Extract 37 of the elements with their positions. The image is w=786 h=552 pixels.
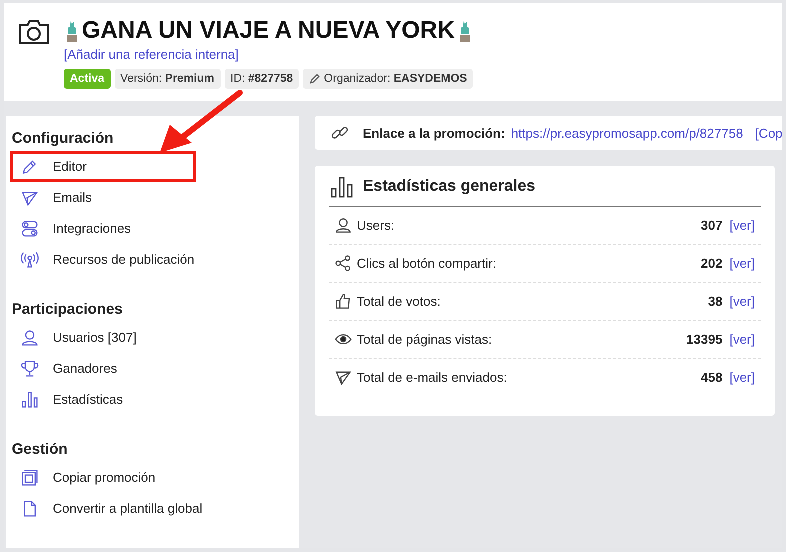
stats-heading: Estadísticas generales bbox=[363, 178, 536, 196]
tag: Versión: Premium bbox=[114, 69, 220, 89]
section-heading: Configuración bbox=[12, 130, 115, 147]
view-link[interactable]: [ver] bbox=[730, 256, 755, 271]
sidebar-item[interactable]: Ganadores bbox=[10, 353, 196, 384]
stat-value: 202 bbox=[701, 256, 723, 271]
tag: Activa bbox=[64, 69, 111, 89]
tag: Organizador: EASYDEMOS bbox=[303, 69, 474, 89]
view-link[interactable]: [ver] bbox=[730, 294, 755, 309]
section-heading: Participaciones bbox=[12, 301, 124, 318]
view-link[interactable]: [ver] bbox=[730, 370, 755, 385]
stat-label: Clics al botón compartir: bbox=[357, 256, 498, 271]
view-link[interactable]: [ver] bbox=[730, 332, 755, 347]
sidebar-item[interactable]: Usuarios [307] bbox=[10, 322, 196, 353]
stat-value: 38 bbox=[708, 294, 723, 309]
stat-label: Users: bbox=[357, 218, 396, 233]
promotion-title: GANA UN VIAJE A NUEVA YORK bbox=[82, 17, 455, 45]
section-heading: Gestión bbox=[12, 441, 69, 458]
copy-link[interactable]: [Cop bbox=[755, 126, 782, 140]
view-link[interactable]: [ver] bbox=[730, 218, 755, 233]
sidebar-item[interactable]: Estadísticas bbox=[10, 384, 196, 415]
stat-label: Total de e-mails enviados: bbox=[357, 370, 508, 385]
reference-link[interactable]: [Añadir una referencia interna] bbox=[64, 47, 474, 62]
sidebar-item[interactable]: Editor bbox=[10, 151, 196, 182]
link-label: Enlace a la promoción: bbox=[363, 126, 506, 140]
stat-label: Total de votos: bbox=[357, 294, 442, 309]
stat-value: 307 bbox=[701, 218, 723, 233]
sidebar-item[interactable]: Convertir a plantilla global bbox=[10, 493, 214, 524]
promotion-url[interactable]: https://pr.easypromosapp.com/p/827758 bbox=[511, 126, 744, 140]
sidebar-item[interactable]: Copiar promoción bbox=[10, 462, 196, 493]
sidebar-item[interactable]: Emails bbox=[10, 182, 196, 213]
stat-value: 13395 bbox=[686, 332, 723, 347]
tag: ID: #827758 bbox=[224, 69, 300, 89]
sidebar-item[interactable]: Recursos de publicación bbox=[10, 244, 206, 275]
stat-value: 458 bbox=[701, 370, 723, 385]
sidebar-item[interactable]: Integraciones bbox=[10, 213, 196, 244]
stat-label: Total de páginas vistas: bbox=[357, 332, 494, 347]
